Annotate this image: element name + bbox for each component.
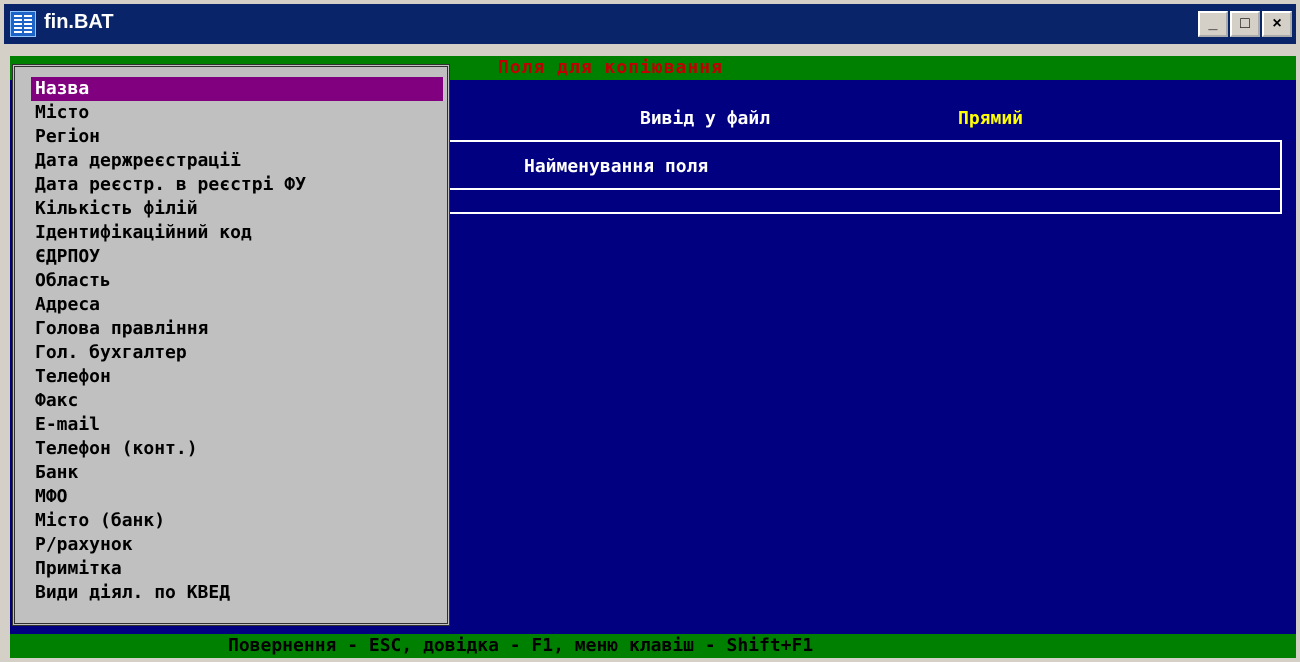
field-list-item[interactable]: Дата реєстр. в реєстрі ФУ bbox=[15, 173, 447, 197]
window-title: fin.BAT bbox=[44, 11, 114, 33]
field-list-item[interactable]: Примітка bbox=[15, 557, 447, 581]
field-list-item[interactable]: Телефон bbox=[15, 365, 447, 389]
field-list-item[interactable]: МФО bbox=[15, 485, 447, 509]
field-list-item[interactable]: Голова правління bbox=[15, 317, 447, 341]
status-bar: Повернення - ESC, довідка - F1, меню кла… bbox=[10, 634, 1296, 658]
field-list-panel[interactable]: Назва Місто Регіон Дата держреєстрації Дата … bbox=[12, 64, 450, 626]
field-list-item[interactable]: Кількість філій bbox=[15, 197, 447, 221]
app-window: fin.BAT _ □ × Поля для копіювання Назва М… bbox=[0, 0, 1300, 662]
field-list-item[interactable]: Місто bbox=[15, 101, 447, 125]
close-button[interactable]: × bbox=[1262, 11, 1292, 37]
field-list-item[interactable]: Адреса bbox=[15, 293, 447, 317]
field-list-item[interactable]: Назва bbox=[31, 77, 443, 101]
minimize-button[interactable]: _ bbox=[1198, 11, 1228, 37]
app-icon[interactable] bbox=[10, 11, 36, 37]
field-list-item[interactable]: Ідентифікаційний код bbox=[15, 221, 447, 245]
status-bar-text: Повернення - ESC, довідка - F1, меню кла… bbox=[228, 635, 814, 656]
field-list-item[interactable]: Телефон (конт.) bbox=[15, 437, 447, 461]
copy-fields-title: Поля для копіювання bbox=[498, 57, 723, 78]
window-controls: _ □ × bbox=[1198, 11, 1292, 37]
field-list: Назва Місто Регіон Дата держреєстрації Дата … bbox=[15, 67, 447, 605]
field-list-item[interactable]: Факс bbox=[15, 389, 447, 413]
field-list-item[interactable]: Область bbox=[15, 269, 447, 293]
field-list-item[interactable]: Регіон bbox=[15, 125, 447, 149]
maximize-button[interactable]: □ bbox=[1230, 11, 1260, 37]
field-list-item[interactable]: Місто (банк) bbox=[15, 509, 447, 533]
field-list-item[interactable]: Р/рахунок bbox=[15, 533, 447, 557]
field-list-item[interactable]: Види діял. по КВЕД bbox=[15, 581, 447, 605]
field-list-item[interactable]: Дата держреєстрації bbox=[15, 149, 447, 173]
output-mode-value[interactable]: Прямий bbox=[958, 108, 1023, 129]
title-bar[interactable]: fin.BAT _ □ × bbox=[4, 4, 1296, 44]
output-to-file-label: Вивід у файл bbox=[640, 108, 771, 129]
selected-fields-box: Найменування поля bbox=[450, 140, 1282, 214]
field-list-item[interactable]: Гол. бухгалтер bbox=[15, 341, 447, 365]
field-list-item[interactable]: E-mail bbox=[15, 413, 447, 437]
field-list-item[interactable]: ЄДРПОУ bbox=[15, 245, 447, 269]
field-list-item[interactable]: Банк bbox=[15, 461, 447, 485]
field-name-header: Найменування поля bbox=[524, 156, 709, 177]
field-box-divider bbox=[450, 188, 1280, 190]
console-area: Поля для копіювання Назва Місто Регіон Дата… bbox=[10, 56, 1296, 658]
